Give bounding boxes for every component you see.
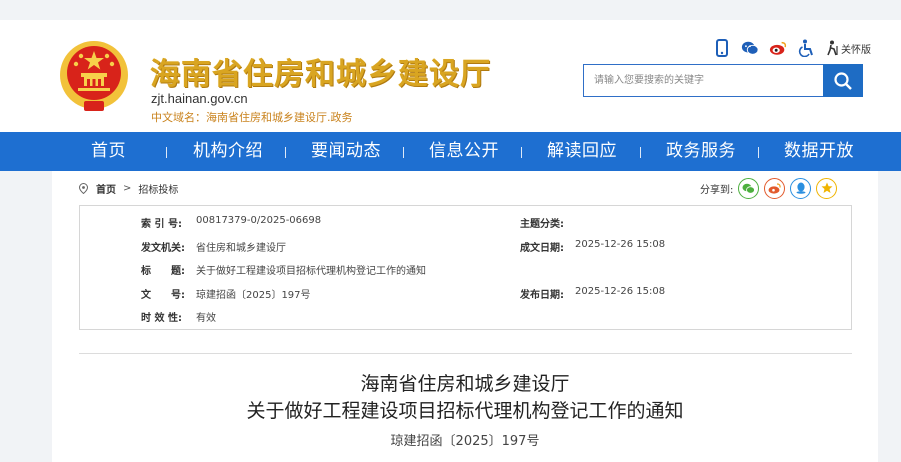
national-emblem-icon[interactable] [58, 39, 130, 115]
nav-separator [640, 147, 641, 158]
document-number: 琼建招函〔2025〕197号 [390, 434, 540, 449]
meta-title-value: 关于做好工程建设项目招标代理机构登记工作的通知 [196, 266, 426, 277]
nav-separator [758, 147, 759, 158]
document-metadata: 索 引 号: 00817379-0/2025-06698 主题分类: 发文机关:… [79, 205, 852, 330]
site-header: 海南省住房和城乡建设厅 zjt.hainan.gov.cn 中文域名：海南省住房… [0, 20, 901, 132]
breadcrumb: 首页 > 招标投标 [79, 180, 178, 196]
nav-open-data[interactable]: 数据开放 [784, 132, 854, 171]
search-icon [834, 71, 852, 90]
meta-validity-label: 时 效 性: [141, 313, 182, 324]
nav-news[interactable]: 要闻动态 [311, 132, 381, 171]
meta-topic-label: 主题分类: [520, 219, 564, 230]
location-pin-icon [79, 182, 88, 194]
mobile-icon[interactable] [713, 39, 731, 57]
accessibility-icon[interactable] [797, 39, 815, 57]
nav-info-disclosure[interactable]: 信息公开 [429, 132, 499, 171]
share-bar: 分享到: [700, 177, 838, 199]
meta-created-label: 成文日期: [520, 243, 564, 254]
share-wechat-icon[interactable] [738, 177, 760, 199]
content-panel: 首页 > 招标投标 分享到: 索 引 号: 00817379-0/2025-06… [52, 171, 878, 462]
nav-organization[interactable]: 机构介绍 [193, 132, 263, 171]
weibo-icon[interactable] [769, 39, 787, 57]
chinese-domain: 中文域名：海南省住房和城乡建设厅.政务 [151, 111, 353, 124]
main-nav: 首页 机构介绍 要闻动态 信息公开 解读回应 政务服务 数据开放 [0, 132, 901, 171]
breadcrumb-current[interactable]: 招标投标 [138, 181, 178, 196]
meta-created-value: 2025-12-26 15:08 [575, 239, 666, 250]
site-title[interactable]: 海南省住房和城乡建设厅 [150, 49, 491, 93]
search-button[interactable] [823, 64, 863, 97]
site-domain: zjt.hainan.gov.cn [151, 91, 248, 106]
wechat-icon[interactable] [741, 39, 759, 57]
breadcrumb-home[interactable]: 首页 [96, 181, 116, 196]
meta-issuer-value: 省住房和城乡建设厅 [196, 243, 286, 254]
meta-docno-label: 文 号: [141, 290, 185, 301]
meta-docno-value: 琼建招函〔2025〕197号 [196, 290, 311, 301]
share-qzone-icon[interactable] [816, 177, 838, 199]
elderly-care-link[interactable]: 关怀版 [825, 40, 871, 56]
breadcrumb-separator: > [123, 182, 132, 194]
meta-published-value: 2025-12-26 15:08 [575, 286, 666, 297]
document-title-line1: 海南省住房和城乡建设厅 [360, 373, 570, 395]
meta-title-label: 标 题: [141, 266, 185, 277]
share-label: 分享到: [700, 184, 734, 196]
meta-issuer-label: 发文机关: [141, 243, 185, 254]
search-box [583, 64, 863, 97]
meta-published-label: 发布日期: [520, 290, 564, 301]
nav-separator [285, 147, 286, 158]
nav-interpretation[interactable]: 解读回应 [547, 132, 617, 171]
search-input[interactable] [584, 65, 826, 96]
share-qq-icon[interactable] [790, 177, 812, 199]
nav-separator [403, 147, 404, 158]
care-mode-label: 关怀版 [841, 44, 871, 56]
nav-home[interactable]: 首页 [91, 132, 126, 171]
section-divider [79, 353, 852, 354]
document-title-line2: 关于做好工程建设项目招标代理机构登记工作的通知 [246, 400, 684, 422]
nav-services[interactable]: 政务服务 [666, 132, 736, 171]
elderly-care-icon [827, 40, 838, 56]
top-toolbar: 关怀版 [713, 38, 871, 58]
share-weibo-icon[interactable] [764, 177, 786, 199]
meta-index-value: 00817379-0/2025-06698 [196, 215, 322, 226]
meta-index-label: 索 引 号: [141, 219, 182, 230]
nav-separator [166, 147, 167, 158]
nav-separator [521, 147, 522, 158]
meta-validity-value: 有效 [196, 313, 216, 324]
